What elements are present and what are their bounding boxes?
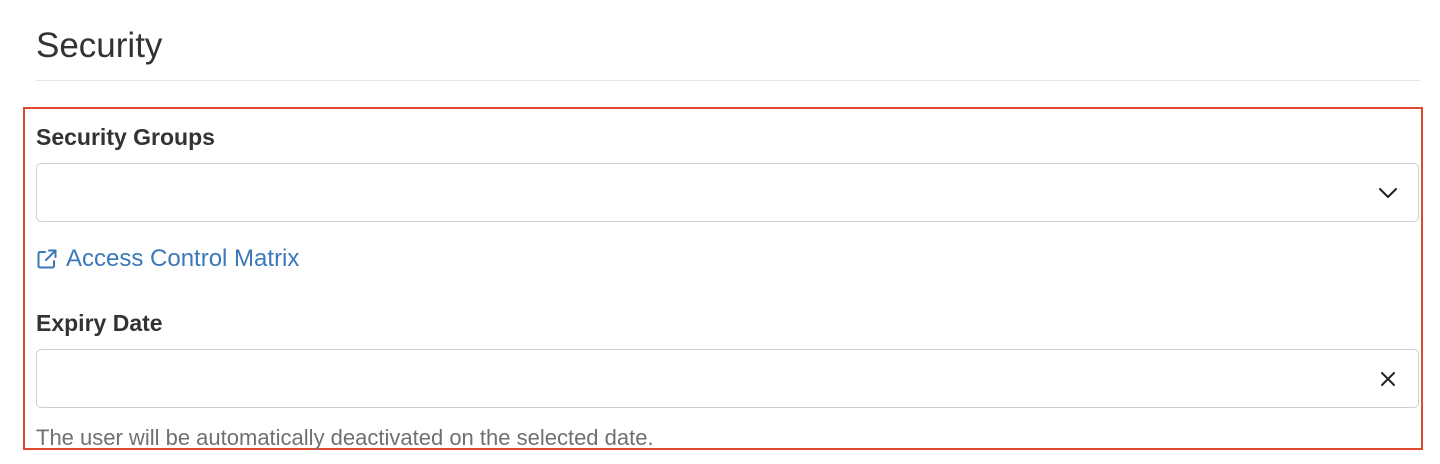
security-groups-select[interactable] (36, 163, 1419, 222)
expiry-date-label: Expiry Date (36, 310, 163, 336)
expiry-date-input[interactable] (51, 350, 1355, 409)
security-groups-value (51, 164, 1351, 221)
expiry-date-help-text: The user will be automatically deactivat… (36, 425, 654, 450)
access-control-matrix-label: Access Control Matrix (66, 245, 300, 272)
external-link-icon (36, 248, 58, 270)
security-groups-label: Security Groups (36, 124, 215, 150)
expiry-date-input-wrapper (36, 349, 1419, 409)
access-control-matrix-link[interactable]: Access Control Matrix (36, 244, 299, 274)
chevron-down-icon[interactable] (1376, 181, 1400, 205)
close-icon[interactable] (1376, 367, 1400, 391)
title-divider (36, 80, 1420, 81)
security-section: Security Security Groups Access Control … (0, 0, 1440, 464)
section-title: Security (36, 26, 163, 65)
